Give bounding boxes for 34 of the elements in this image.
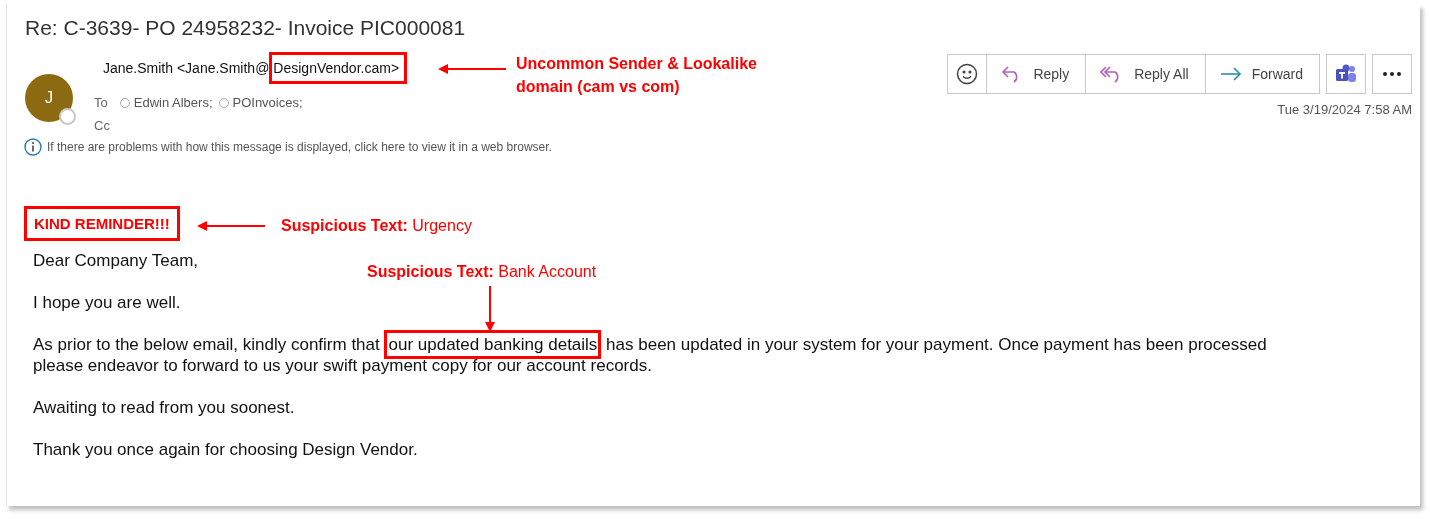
body-text: Thank you once again for choosing Design Vendor. <box>33 439 418 460</box>
recipient[interactable]: Edwin Albers; <box>133 93 213 113</box>
forward-button[interactable]: Forward <box>1204 55 1319 93</box>
info-bar-text[interactable]: If there are problems with how this message is displayed, click here to view it in a web browser. <box>47 138 552 156</box>
flagged-text: our updated banking details <box>384 330 602 359</box>
to-label: To <box>94 94 108 112</box>
chat-app-icon <box>1335 64 1357 84</box>
info-icon <box>24 138 42 156</box>
annotation-text: domain (cam vs com) <box>516 77 681 97</box>
reply-button[interactable]: Reply <box>986 55 1086 93</box>
flagged-heading: KIND REMINDER!!! <box>24 206 180 241</box>
reply-all-button[interactable]: Reply All <box>1085 55 1205 93</box>
avatar: J <box>25 74 73 122</box>
smiley-icon <box>956 63 979 85</box>
body-text: I hope you are well. <box>33 292 181 313</box>
body-text: Awaiting to read from you soonest. <box>33 397 295 418</box>
annotation-text: Uncommon Sender & Lookalike <box>516 54 757 74</box>
arrow-right-icon <box>1219 67 1242 81</box>
more-icon <box>1383 72 1401 76</box>
chat-app-button[interactable] <box>1326 54 1366 94</box>
cc-label: Cc <box>94 116 111 135</box>
flagged-sender-domain: DesignVendor.cam> <box>269 52 408 84</box>
annotation-text: Suspicious Text: Bank Account <box>367 262 597 282</box>
body-text: Dear Company Team, <box>33 250 199 271</box>
message-subject: Re: C-3639- PO 24958232- Invoice PIC000081 <box>25 15 467 41</box>
annotation-arrow <box>197 221 265 231</box>
presence-icon <box>59 108 76 125</box>
message-date: Tue 3/19/2024 7:58 AM <box>1277 101 1412 119</box>
more-button[interactable] <box>1372 54 1412 94</box>
recipient[interactable]: POInvoices; <box>232 93 303 113</box>
annotation-arrow <box>485 286 495 332</box>
sender-name: Jane.Smith <Jane.Smith@ <box>103 60 270 76</box>
annotation-text: Suspicious Text: Urgency <box>281 216 472 236</box>
annotation-arrow <box>438 64 506 74</box>
